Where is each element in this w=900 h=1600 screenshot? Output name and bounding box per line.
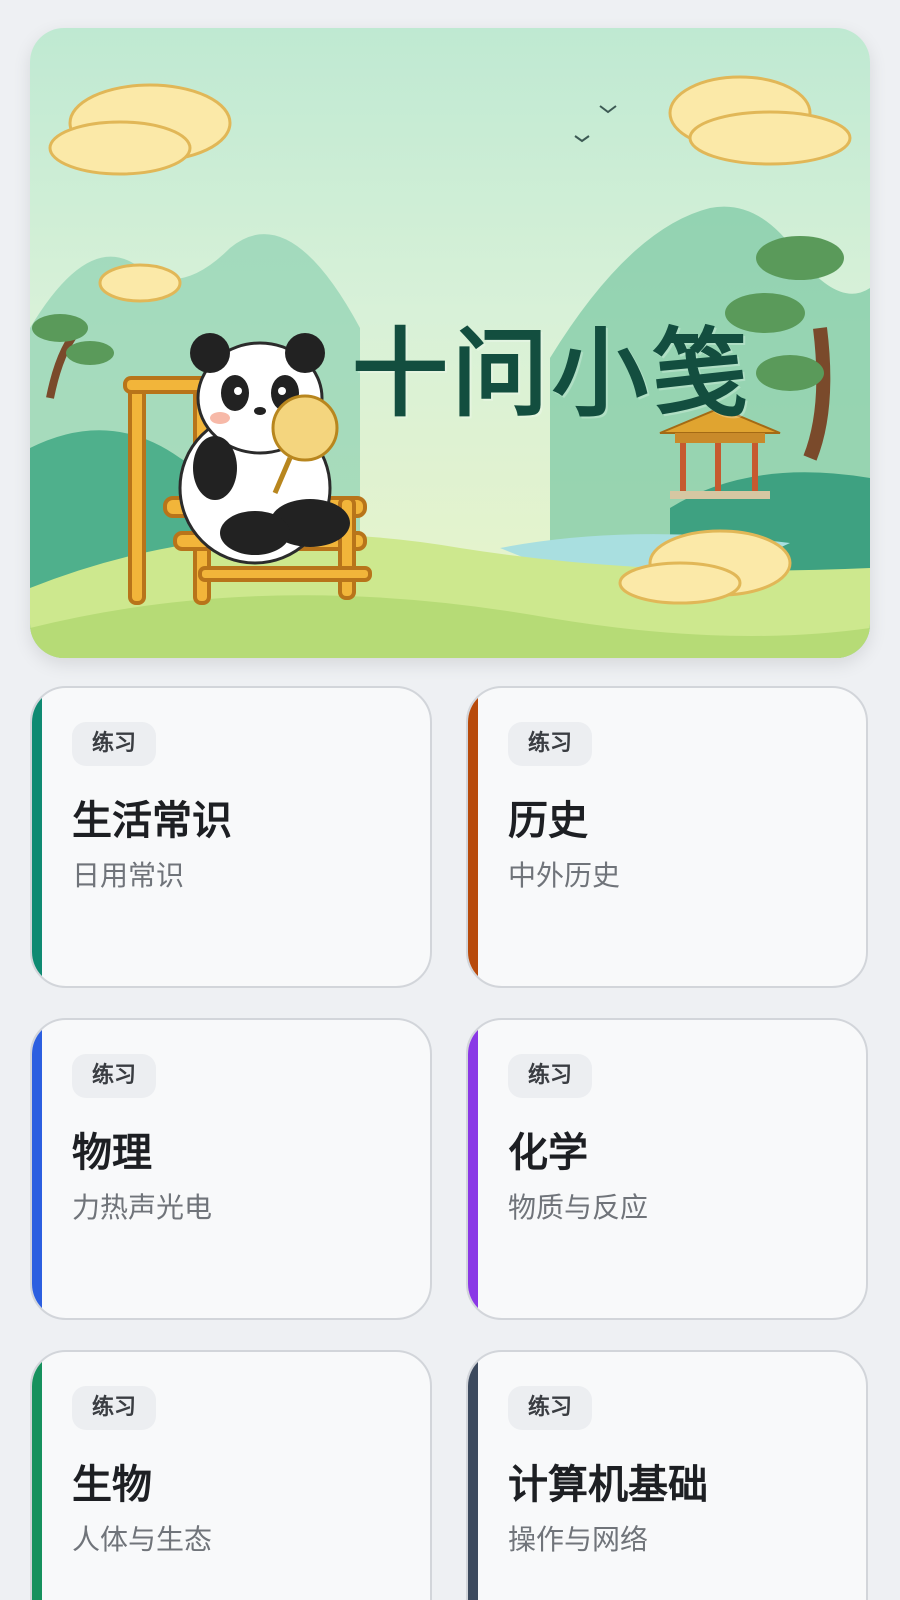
hero-banner: 十问小笺 — [30, 28, 870, 658]
card-accent — [32, 1352, 42, 1600]
card-title: 物理 — [72, 1130, 152, 1176]
card-title: 生活常识 — [72, 798, 232, 844]
card-subtitle: 日用常识 — [72, 859, 185, 892]
card-subtitle: 物质与反应 — [508, 1191, 649, 1224]
card-physics[interactable]: 练习 物理 力热声光电 — [30, 1018, 432, 1320]
card-biology[interactable]: 练习 生物 人体与生态 — [30, 1350, 432, 1600]
card-title: 计算机基础 — [508, 1462, 708, 1508]
card-subtitle: 人体与生态 — [72, 1523, 213, 1556]
card-subtitle: 力热声光电 — [72, 1191, 213, 1224]
card-accent — [32, 688, 42, 986]
card-title: 化学 — [508, 1130, 588, 1176]
card-life-knowledge[interactable]: 练习 生活常识 日用常识 — [30, 686, 432, 988]
card-accent — [32, 1020, 42, 1318]
card-chemistry[interactable]: 练习 化学 物质与反应 — [466, 1018, 868, 1320]
practice-badge: 练习 — [72, 722, 157, 766]
card-title: 历史 — [508, 798, 588, 844]
card-computer-basics[interactable]: 练习 计算机基础 操作与网络 — [466, 1350, 868, 1600]
card-history[interactable]: 练习 历史 中外历史 — [466, 686, 868, 988]
practice-badge: 练习 — [508, 1386, 593, 1430]
card-subtitle: 中外历史 — [508, 859, 621, 892]
card-accent — [468, 688, 478, 986]
practice-badge: 练习 — [72, 1054, 157, 1098]
card-accent — [468, 1352, 478, 1600]
practice-badge: 练习 — [508, 1054, 593, 1098]
practice-badge: 练习 — [508, 722, 593, 766]
card-subtitle: 操作与网络 — [508, 1523, 649, 1556]
card-accent — [468, 1020, 478, 1318]
page: 十问小笺 练习 生活常识 日用常识 练习 历史 中外历史 练习 物理 力热声光电… — [0, 0, 900, 1600]
card-title: 生物 — [72, 1462, 152, 1508]
practice-badge: 练习 — [72, 1386, 157, 1430]
banner-title: 十问小笺 — [352, 317, 752, 430]
